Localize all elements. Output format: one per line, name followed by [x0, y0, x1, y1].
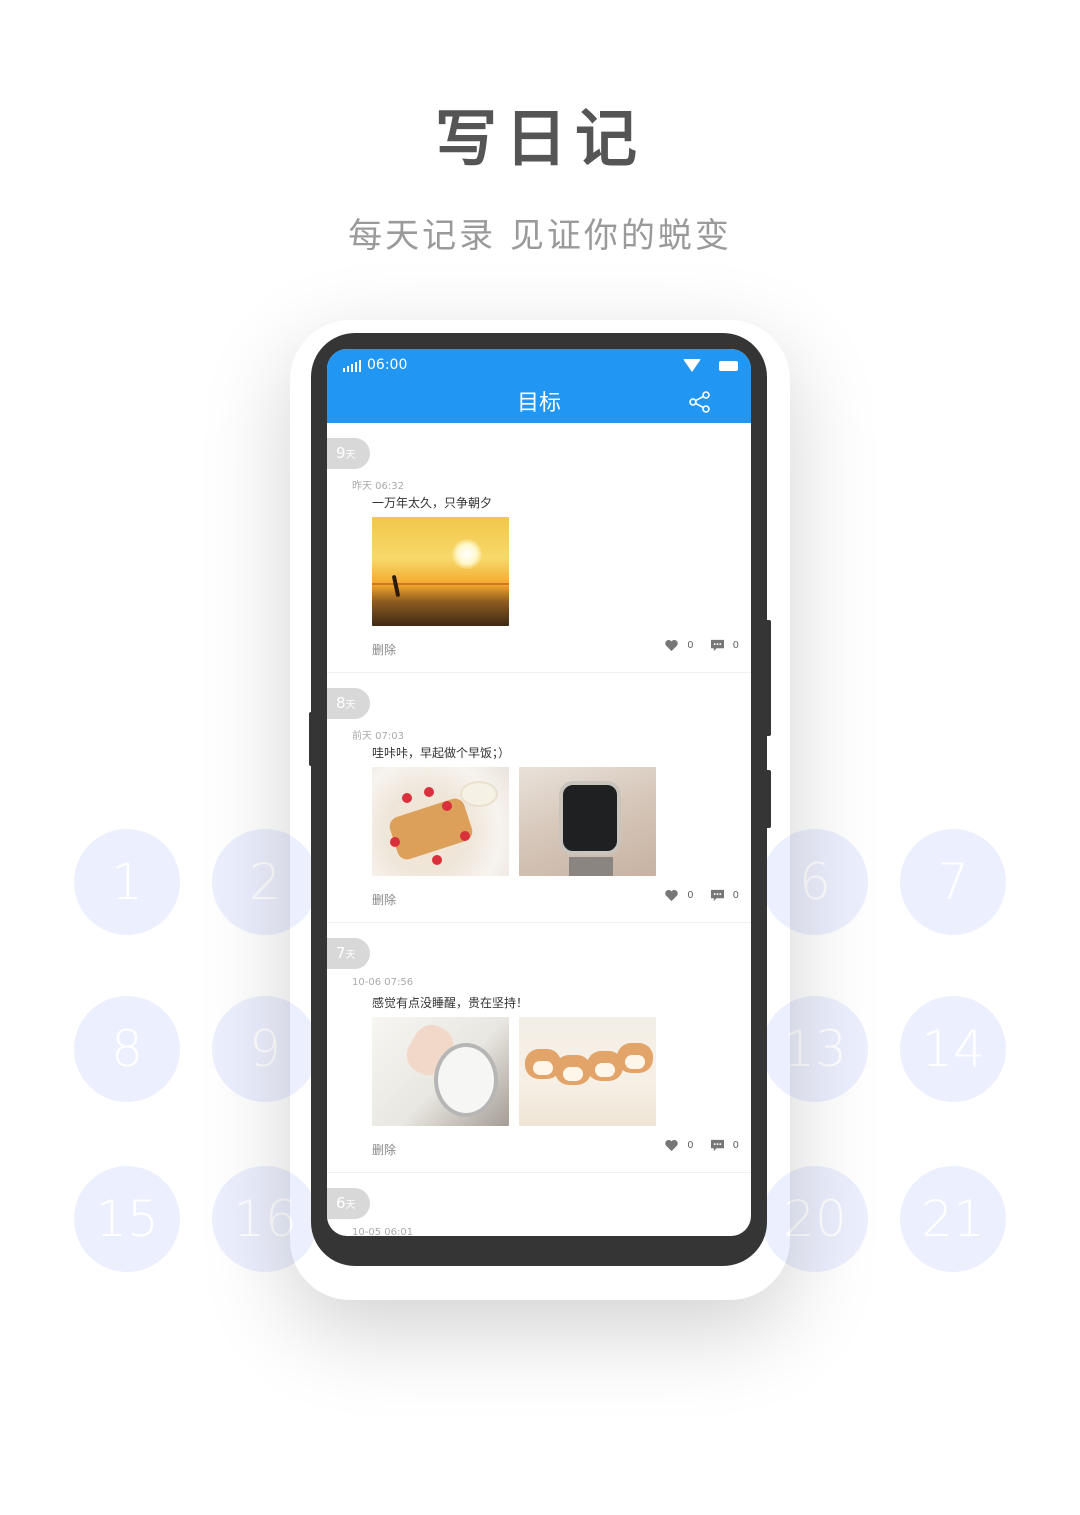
status-bar: 06:00	[327, 349, 751, 383]
promo-subline: 每天记录 见证你的蜕变	[348, 216, 732, 256]
bg-day-circle: 21	[900, 1166, 1006, 1272]
comment-icon[interactable]	[710, 889, 725, 902]
entry-photos	[372, 517, 509, 626]
entry-timestamp: 10-06 07:56	[352, 977, 414, 988]
app-bar: 06:00 目标	[327, 349, 751, 423]
diary-entry[interactable]: 8天 前天 07:03 哇咔咔，早起做个早饭；） 删除 0 0	[327, 673, 751, 923]
bg-day-circle: 15	[74, 1166, 180, 1272]
delete-button[interactable]: 删除	[372, 1141, 396, 1158]
entry-text: 感觉有点没睡醒，贵在坚持！	[372, 996, 529, 1010]
entry-stats: 0 0	[664, 639, 739, 652]
bg-day-circle: 8	[74, 996, 180, 1102]
entry-timestamp: 10-05 06:01	[352, 1227, 414, 1236]
bg-day-circle: 14	[900, 996, 1006, 1102]
entry-photo-watch[interactable]	[519, 767, 656, 876]
like-count: 0	[687, 640, 694, 651]
comment-count: 0	[732, 640, 739, 651]
share-icon[interactable]	[687, 389, 713, 415]
heart-icon[interactable]	[664, 1139, 679, 1152]
entry-photo-sunset[interactable]	[372, 517, 509, 626]
diary-feed[interactable]: 9天 昨天 06:32 一万年太久，只争朝夕 删除 0 0 8天 前天 07:0…	[327, 423, 751, 1236]
day-badge: 9天	[327, 438, 370, 469]
comment-icon[interactable]	[710, 1139, 725, 1152]
delete-button[interactable]: 删除	[372, 891, 396, 908]
signal-icon	[343, 360, 361, 372]
diary-entry[interactable]: 6天 10-05 06:01	[327, 1173, 751, 1236]
entry-text: 一万年太久，只争朝夕	[372, 496, 493, 510]
day-badge: 8天	[327, 688, 370, 719]
day-badge: 7天	[327, 938, 370, 969]
entry-photo-alarm-clock[interactable]	[372, 1017, 509, 1126]
entry-photos	[372, 767, 656, 876]
entry-text: 哇咔咔，早起做个早饭；）	[372, 746, 511, 760]
status-time: 06:00	[367, 357, 408, 373]
entry-photo-breakfast[interactable]	[372, 767, 509, 876]
phone-side-button	[765, 620, 771, 736]
entry-stats: 0 0	[664, 889, 739, 902]
day-badge: 6天	[327, 1188, 370, 1219]
comment-count: 0	[732, 890, 739, 901]
phone-screen: 06:00 目标 9天 昨天 06:32 一万年太久，只争朝夕 删除 0 0 8…	[327, 349, 751, 1236]
entry-stats: 0 0	[664, 1139, 739, 1152]
phone-side-button	[309, 712, 315, 766]
heart-icon[interactable]	[664, 639, 679, 652]
entry-photos	[372, 1017, 656, 1126]
bg-day-circle: 7	[900, 829, 1006, 935]
like-count: 0	[687, 1140, 694, 1151]
entry-timestamp: 前天 07:03	[352, 731, 404, 742]
comment-icon[interactable]	[710, 639, 725, 652]
delete-button[interactable]: 删除	[372, 641, 396, 658]
wifi-icon	[683, 359, 701, 372]
entry-photo-puppies[interactable]	[519, 1017, 656, 1126]
heart-icon[interactable]	[664, 889, 679, 902]
like-count: 0	[687, 890, 694, 901]
comment-count: 0	[732, 1140, 739, 1151]
bg-day-circle: 1	[74, 829, 180, 935]
entry-timestamp: 昨天 06:32	[352, 481, 404, 492]
battery-icon	[719, 361, 738, 371]
diary-entry[interactable]: 9天 昨天 06:32 一万年太久，只争朝夕 删除 0 0	[327, 423, 751, 673]
phone-side-button	[765, 770, 771, 828]
diary-entry[interactable]: 7天 10-06 07:56 感觉有点没睡醒，贵在坚持！ 删除 0 0	[327, 923, 751, 1173]
promo-headline: 写日记	[434, 102, 645, 175]
